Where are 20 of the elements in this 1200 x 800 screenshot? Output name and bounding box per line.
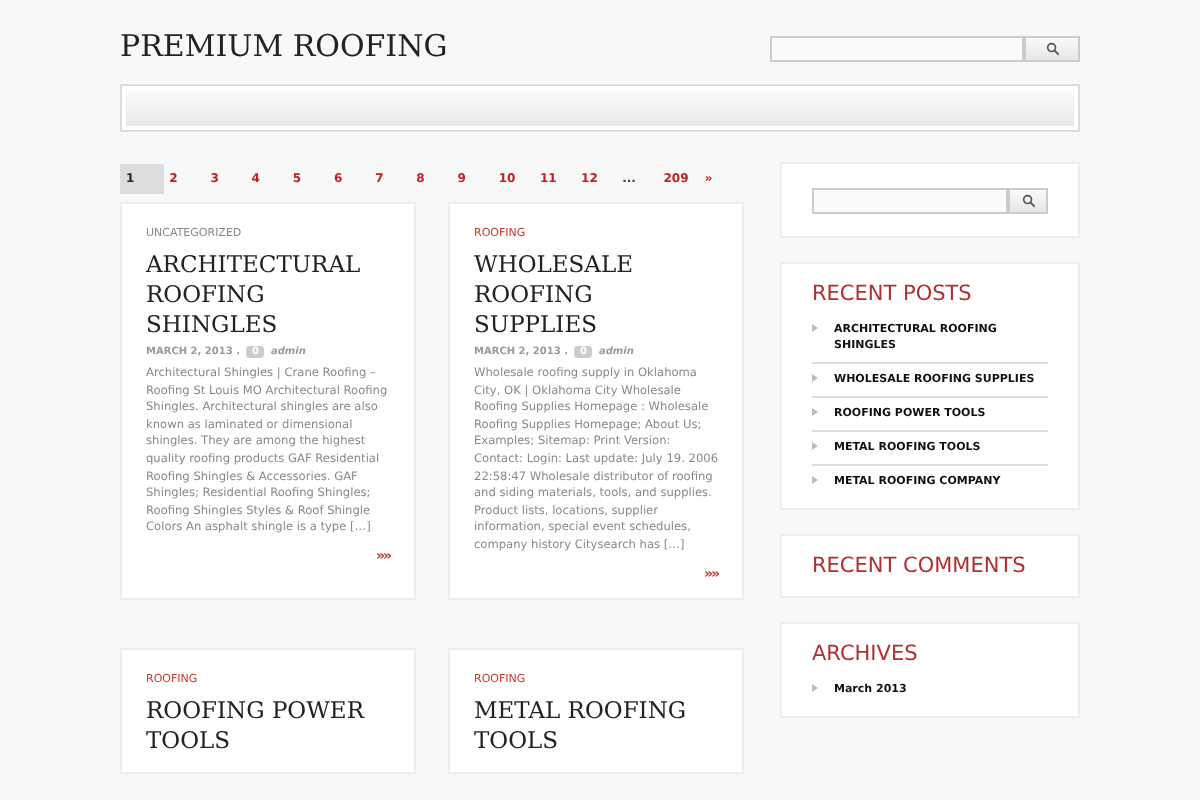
widget-title: ARCHIVES bbox=[812, 640, 920, 668]
search-icon bbox=[1021, 194, 1036, 208]
bullet-icon bbox=[812, 408, 818, 416]
post-title[interactable]: ARCHITECTURAL ROOFING SHINGLES bbox=[146, 250, 390, 340]
bullet-icon bbox=[812, 442, 818, 450]
search-icon bbox=[1045, 41, 1059, 55]
bullet-icon bbox=[812, 374, 818, 382]
post-title[interactable]: ROOFING POWER TOOLS bbox=[146, 695, 390, 756]
search-button[interactable] bbox=[1024, 35, 1080, 61]
site-title[interactable]: PREMIUM ROOFING bbox=[120, 28, 448, 64]
widget-title: RECENT COMMENTS bbox=[812, 552, 1028, 580]
bullet-icon bbox=[812, 476, 818, 484]
post-title[interactable]: WHOLESALE ROOFING SUPPLIES bbox=[474, 250, 718, 340]
search-field[interactable] bbox=[812, 188, 1009, 214]
search-button[interactable] bbox=[1008, 188, 1048, 214]
search-field[interactable] bbox=[770, 35, 1024, 61]
widget-title: RECENT POSTS bbox=[812, 280, 974, 308]
bullet-icon bbox=[812, 684, 818, 692]
bullet-icon bbox=[812, 324, 818, 332]
post-title[interactable]: METAL ROOFING TOOLS bbox=[474, 695, 718, 756]
